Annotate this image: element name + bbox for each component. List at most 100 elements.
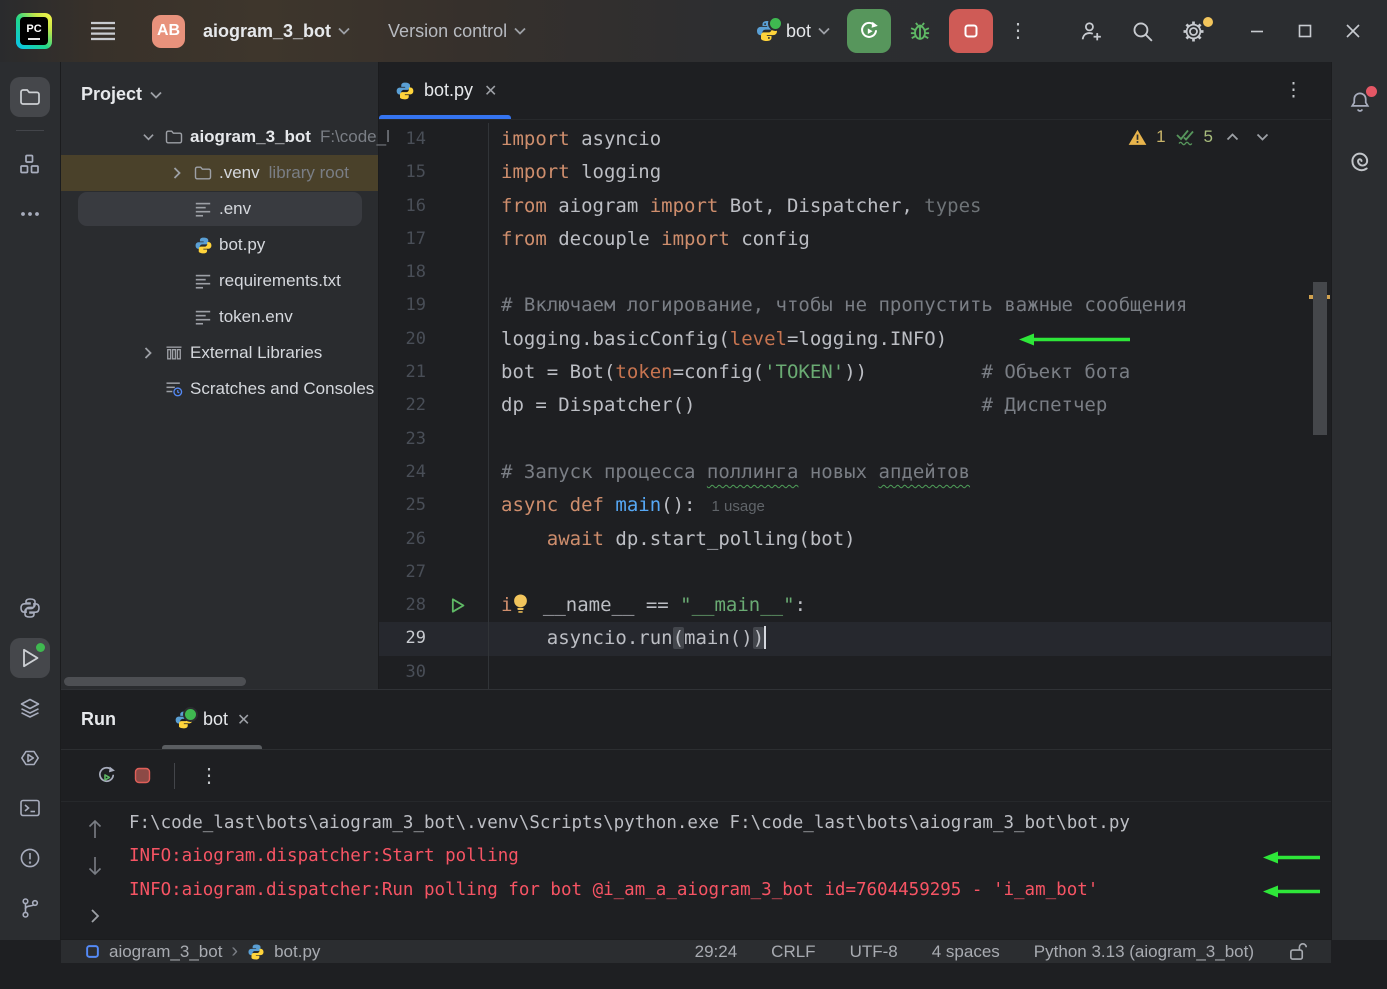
code-line-17[interactable]: 17from decouple import config — [379, 223, 1331, 256]
project-tree: aiogram_3_botF:\code_l.venvlibrary root.… — [61, 119, 378, 407]
pycharm-window: PC AB aiogram_3_bot Version control bot — [0, 0, 1387, 989]
code-line-16[interactable]: 16from aiogram import Bot, Dispatcher, t… — [379, 190, 1331, 223]
project-panel-header[interactable]: Project — [61, 62, 378, 119]
services-tool-icon[interactable] — [10, 688, 50, 728]
code-line-28[interactable]: 28i __name__ == "__main__": — [379, 589, 1331, 622]
chevron-right-icon[interactable] — [164, 167, 190, 179]
code-line-29[interactable]: 29 asyncio.run(main()) — [379, 622, 1331, 655]
editor-scrollbar[interactable] — [1313, 282, 1327, 435]
code-line-18[interactable]: 18 — [379, 256, 1331, 289]
console-log-line[interactable]: INFO:aiogram.dispatcher:Start polling — [129, 840, 1331, 873]
breadcrumb-item[interactable]: aiogram_3_bot — [109, 942, 222, 962]
editor-options-icon[interactable]: ⋮ — [1284, 79, 1331, 102]
lock-icon[interactable] — [1288, 941, 1307, 962]
more-tool-windows-icon[interactable] — [10, 194, 50, 234]
run-options-icon[interactable]: ⋮ — [187, 766, 231, 786]
tree-item-token-env[interactable]: token.env — [61, 299, 378, 335]
status-item[interactable]: 4 spaces — [932, 942, 1000, 962]
code-line-23[interactable]: 23 — [379, 423, 1331, 456]
rerun-button[interactable] — [847, 9, 891, 53]
code-line-27[interactable]: 27 — [379, 556, 1331, 589]
folder-icon — [161, 127, 187, 147]
project-selector[interactable]: aiogram_3_bot — [203, 21, 350, 42]
tree-item-bot-py[interactable]: bot.py — [61, 227, 378, 263]
problems-tool-icon[interactable] — [10, 838, 50, 878]
line-number: 26 — [379, 523, 426, 556]
usage-hint[interactable]: 1 usage — [712, 498, 765, 515]
python-packages-tool-icon[interactable] — [10, 738, 50, 778]
code-line-15[interactable]: 15import logging — [379, 156, 1331, 189]
run-configuration-selector[interactable]: bot — [755, 19, 830, 43]
more-run-actions-icon[interactable]: ⋮ — [996, 21, 1040, 41]
tree-item-external-libraries[interactable]: External Libraries — [61, 335, 378, 371]
status-item[interactable]: CRLF — [771, 942, 815, 962]
tree-item-aiogram-3-bot[interactable]: aiogram_3_botF:\code_l — [61, 119, 378, 155]
close-tab-icon[interactable]: ✕ — [484, 81, 497, 101]
minimize-button[interactable] — [1233, 9, 1281, 53]
project-avatar[interactable]: AB — [152, 15, 185, 48]
tree-item-label: .env — [219, 199, 251, 219]
project-tool-icon[interactable] — [10, 77, 50, 117]
stop-button[interactable] — [949, 9, 993, 53]
structure-tool-icon[interactable] — [10, 144, 50, 184]
ai-assistant-icon[interactable] — [1340, 141, 1380, 181]
breadcrumb-item[interactable]: bot.py — [274, 942, 320, 962]
chevron-down-icon[interactable] — [135, 133, 161, 141]
tree-item-requirements-txt[interactable]: requirements.txt — [61, 263, 378, 299]
tree-item--venv[interactable]: .venvlibrary root — [61, 155, 378, 191]
close-tab-icon[interactable]: ✕ — [237, 710, 250, 730]
close-button[interactable] — [1329, 9, 1377, 53]
status-item[interactable]: 29:24 — [695, 942, 738, 962]
intention-bulb-icon[interactable] — [512, 593, 529, 615]
code-line-25[interactable]: 25async def main():1 usage — [379, 489, 1331, 522]
console-output[interactable]: F:\code_last\bots\aiogram_3_bot\.venv\Sc… — [129, 802, 1331, 939]
code-line-24[interactable]: 24# Запуск процесса поллинга новых апдей… — [379, 456, 1331, 489]
tree-item-label: External Libraries — [190, 343, 322, 363]
code-text — [488, 256, 1331, 289]
notifications-bell-icon[interactable] — [1340, 82, 1380, 122]
scroll-up-icon[interactable] — [87, 816, 103, 842]
token: types — [913, 195, 982, 217]
code-line-14[interactable]: 14import asyncio — [379, 123, 1331, 156]
token: i — [501, 594, 512, 616]
run-console: F:\code_last\bots\aiogram_3_bot\.venv\Sc… — [61, 802, 1331, 939]
settings-gear-icon[interactable] — [1168, 19, 1219, 44]
code-text — [488, 556, 1331, 589]
code-line-20[interactable]: 20logging.basicConfig(level=logging.INFO… — [379, 323, 1331, 356]
tree-item--env[interactable]: .env — [61, 191, 378, 227]
code-line-30[interactable]: 30 — [379, 656, 1331, 689]
version-control-tool-icon[interactable] — [10, 888, 50, 928]
code-line-26[interactable]: 26 await dp.start_polling(bot) — [379, 523, 1331, 556]
rerun-icon[interactable] — [88, 764, 125, 787]
tree-item-scratches-and-consoles[interactable]: Scratches and Consoles — [61, 371, 378, 407]
code-line-21[interactable]: 21bot = Bot(token=config('TOKEN')) # Объ… — [379, 356, 1331, 389]
chevron-right-icon[interactable] — [135, 347, 161, 359]
main-menu-icon[interactable] — [84, 15, 122, 47]
vcs-menu[interactable]: Version control — [388, 21, 526, 42]
code-with-me-icon[interactable] — [1066, 19, 1117, 44]
status-item[interactable]: UTF-8 — [850, 942, 898, 962]
project-horizontal-scrollbar[interactable] — [64, 677, 246, 686]
breadcrumb-separator-icon: › — [231, 940, 238, 963]
token: =logging.INFO) — [787, 328, 947, 350]
code-text — [488, 423, 1331, 456]
code-line-22[interactable]: 22dp = Dispatcher() # Диспетчер — [379, 389, 1331, 422]
debug-button[interactable] — [894, 18, 946, 44]
console-command-line[interactable]: F:\code_last\bots\aiogram_3_bot\.venv\Sc… — [129, 807, 1331, 840]
run-line-icon[interactable] — [426, 589, 488, 622]
stop-icon[interactable] — [125, 765, 160, 786]
python-console-tool-icon[interactable] — [10, 588, 50, 628]
search-everywhere-icon[interactable] — [1117, 19, 1168, 44]
run-tool-icon[interactable] — [10, 638, 50, 678]
console-log-line[interactable]: INFO:aiogram.dispatcher:Run polling for … — [129, 874, 1331, 907]
status-item[interactable]: Python 3.13 (aiogram_3_bot) — [1034, 942, 1254, 962]
code-editor[interactable]: 1 5 14import asyncio15import logging16fr… — [379, 120, 1331, 689]
run-tab-bot[interactable]: bot ✕ — [162, 690, 262, 749]
scroll-down-icon[interactable] — [87, 852, 103, 878]
expand-icon[interactable] — [90, 903, 100, 929]
line-number: 25 — [379, 489, 426, 522]
tab-bot-py[interactable]: bot.py ✕ — [379, 62, 511, 119]
maximize-button[interactable] — [1281, 9, 1329, 53]
code-line-19[interactable]: 19# Включаем логирование, чтобы не пропу… — [379, 289, 1331, 322]
terminal-tool-icon[interactable] — [10, 788, 50, 828]
